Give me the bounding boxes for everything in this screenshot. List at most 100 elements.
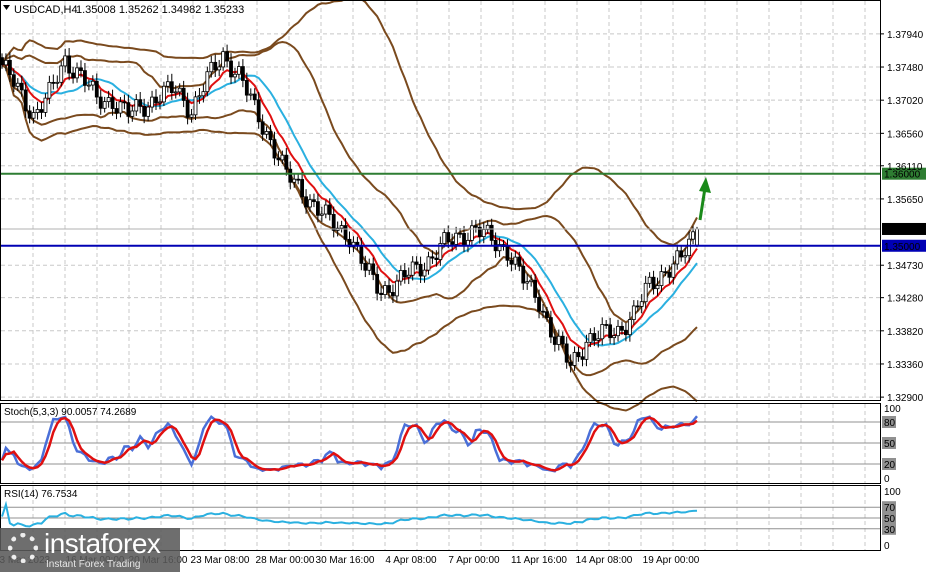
candle-body xyxy=(248,93,253,96)
candle-body xyxy=(268,131,273,141)
candle-body xyxy=(217,66,222,71)
y-tick-label: 1.37020 xyxy=(887,96,924,107)
candle-body xyxy=(304,196,308,208)
x-tick-label: 30 Mar 16:00 xyxy=(316,555,375,566)
x-tick-label: 28 Mar 00:00 xyxy=(256,555,315,566)
candle-body xyxy=(383,285,387,295)
candle-body xyxy=(655,285,660,290)
candle-body xyxy=(458,232,462,235)
candle-body xyxy=(560,335,565,345)
candle-body xyxy=(98,96,103,109)
candle-body xyxy=(110,97,115,109)
candle-body xyxy=(150,96,154,108)
candle-body xyxy=(367,263,372,271)
candle-body xyxy=(675,250,680,265)
candle-body xyxy=(627,319,632,336)
candle-body xyxy=(481,229,486,238)
candle-body xyxy=(568,361,573,366)
candle-body xyxy=(537,296,541,312)
candle-body xyxy=(225,51,229,62)
candle-body xyxy=(154,96,158,104)
candle-body xyxy=(695,228,699,246)
candle-body xyxy=(462,233,466,246)
candle-body xyxy=(667,271,672,278)
candle-body xyxy=(391,292,395,297)
y-tick-label: 1.36110 xyxy=(887,162,923,173)
candle-body xyxy=(375,274,380,294)
candle-body xyxy=(300,179,305,198)
y-tick-label: 1.37940 xyxy=(887,30,924,41)
x-tick-label: 7 Apr 00:00 xyxy=(448,555,500,566)
candle-body xyxy=(114,108,119,114)
candle-body xyxy=(343,225,348,240)
candle-body xyxy=(323,204,328,215)
candle-body xyxy=(264,131,269,135)
candle-body xyxy=(79,67,83,71)
rsi-level-label: 30 xyxy=(884,525,896,536)
candle-body xyxy=(359,245,364,264)
candle-body xyxy=(414,261,419,265)
candle-body xyxy=(256,99,261,123)
main-panel-frame xyxy=(0,0,881,401)
candle-body xyxy=(169,81,174,93)
candle-body xyxy=(430,256,435,259)
candle-body xyxy=(631,305,636,320)
grid xyxy=(1,1,880,550)
y-tick-label: 1.33360 xyxy=(887,360,924,371)
candle-body xyxy=(276,157,281,161)
candle-body xyxy=(635,305,640,308)
candle-body xyxy=(272,139,277,159)
candle-body xyxy=(580,356,585,360)
candle-body xyxy=(146,106,151,117)
x-tick-label: 11 Apr 16:00 xyxy=(511,555,567,566)
candle-body xyxy=(608,324,613,339)
candle-body xyxy=(292,178,297,183)
gear-logo-icon xyxy=(8,533,38,563)
dropdown-triangle-icon[interactable] xyxy=(3,5,10,10)
candle-body xyxy=(331,214,336,231)
x-tick-label: 14 Apr 08:00 xyxy=(576,555,633,566)
candle-body xyxy=(659,271,664,286)
candle-body xyxy=(473,225,478,228)
candle-body xyxy=(643,282,648,303)
stoch-level-label: 100 xyxy=(884,404,901,415)
y-tick-label: 1.34280 xyxy=(887,294,924,305)
candle-body xyxy=(193,96,198,116)
candle-body xyxy=(319,213,324,216)
price-chart[interactable]: 1.360001.350001.35233 1008050200 1007050… xyxy=(0,0,927,572)
chart-header-ohlc: 1.35008 1.35262 1.34982 1.35233 xyxy=(76,4,244,16)
rsi-level-label: 100 xyxy=(884,487,901,498)
instaforex-logo: instaforex Instant Forex Trading xyxy=(0,528,180,572)
candle-body xyxy=(529,279,534,283)
candle-body xyxy=(647,276,652,284)
candle-body xyxy=(616,325,620,337)
candle-body xyxy=(327,204,332,215)
candle-body xyxy=(185,100,190,118)
candle-body xyxy=(233,73,237,78)
chart-header-symbol: USDCAD,H4 xyxy=(14,4,78,16)
x-tick-label: 4 Apr 08:00 xyxy=(385,555,437,566)
candle-body xyxy=(339,225,344,229)
candle-body xyxy=(213,61,218,71)
candle-body xyxy=(181,87,186,101)
current-price-label: 1.35233 xyxy=(884,225,921,236)
stoch-level-label: 80 xyxy=(884,418,896,429)
arrow-up-icon-shaft xyxy=(698,187,707,221)
candle-body xyxy=(604,324,609,326)
candle-body xyxy=(410,261,415,276)
bollinger-bands xyxy=(1,0,698,412)
candle-body xyxy=(75,67,79,79)
candle-body xyxy=(584,341,589,360)
candle-body xyxy=(4,59,8,66)
candle-body xyxy=(521,265,526,284)
stoch-level-label: 50 xyxy=(884,439,896,450)
candle-body xyxy=(572,352,577,366)
candle-body xyxy=(7,59,12,76)
candle-body xyxy=(83,70,87,86)
candle-body xyxy=(71,72,75,79)
candle-body xyxy=(201,91,206,97)
bollinger-inner-lower xyxy=(1,63,698,377)
candle-body xyxy=(564,343,569,363)
candle-body xyxy=(387,285,391,293)
candle-body xyxy=(130,110,135,117)
